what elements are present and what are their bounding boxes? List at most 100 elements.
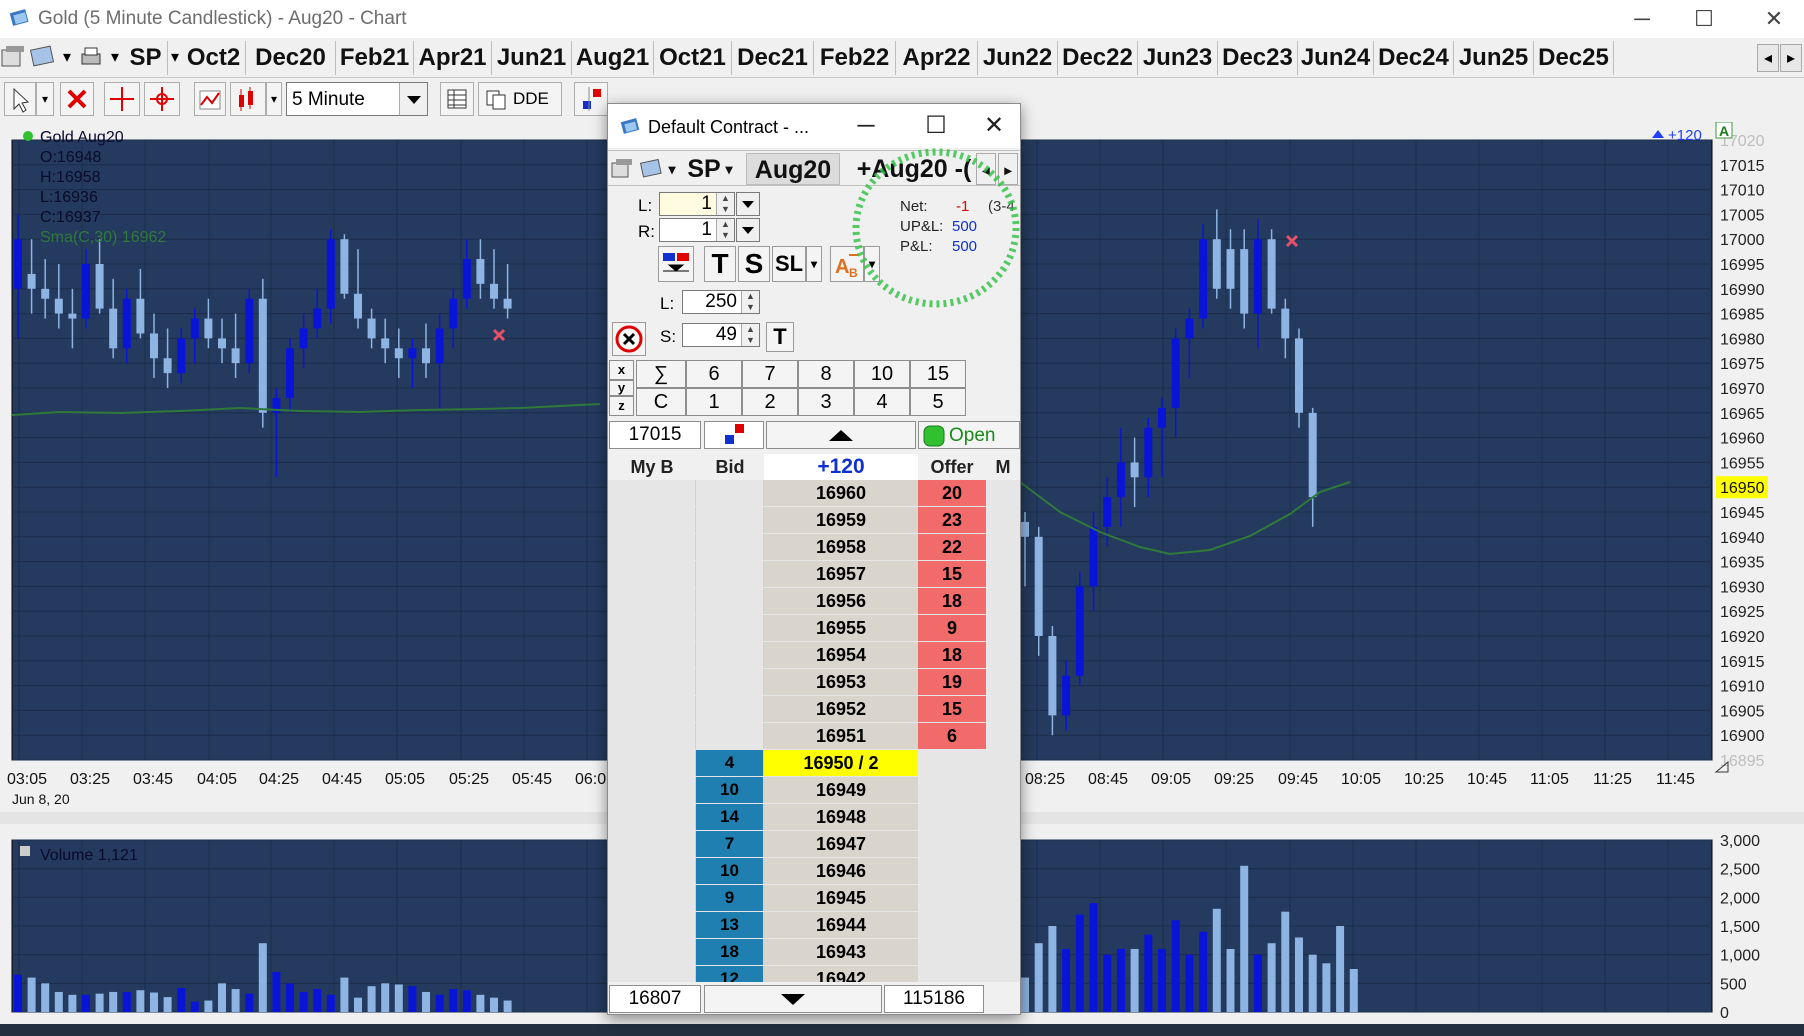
bid-cell[interactable] xyxy=(696,534,764,560)
bid-cell[interactable]: 13 xyxy=(696,912,764,938)
ladder-row[interactable]: 9 16945 xyxy=(608,885,1020,912)
quantity-button[interactable]: 1 xyxy=(686,388,742,416)
my-offer-cell[interactable] xyxy=(986,723,1020,749)
my-bid-cell[interactable] xyxy=(608,966,696,982)
ladder-row[interactable]: 4 16950 / 2 xyxy=(608,750,1020,777)
dom-minimize-button[interactable]: ─ xyxy=(846,110,886,142)
offer-cell[interactable]: 6 xyxy=(918,723,986,749)
bid-cell[interactable] xyxy=(696,507,764,533)
bid-cell[interactable]: 10 xyxy=(696,777,764,803)
chart-menu-arrow[interactable]: ▾ xyxy=(56,44,78,72)
interval-dropdown-arrow[interactable] xyxy=(399,83,427,115)
offer-cell[interactable]: 22 xyxy=(918,534,986,560)
my-offer-cell[interactable] xyxy=(986,561,1020,587)
quantity-button[interactable]: 8 xyxy=(798,360,854,388)
my-bid-cell[interactable] xyxy=(608,669,696,695)
stop-trail-button[interactable]: T xyxy=(766,322,794,352)
contract-tab[interactable]: Apr21 xyxy=(414,41,492,75)
offer-cell[interactable]: 15 xyxy=(918,561,986,587)
ladder-row[interactable]: 7 16947 xyxy=(608,831,1020,858)
offer-cell[interactable] xyxy=(918,858,986,884)
my-offer-cell[interactable] xyxy=(986,642,1020,668)
contract-tab[interactable]: Jun24 xyxy=(1298,41,1374,75)
dom-chart-icon[interactable] xyxy=(640,157,664,181)
my-bid-cell[interactable] xyxy=(608,507,696,533)
dom-maximize-button[interactable]: ☐ xyxy=(916,110,956,142)
my-bid-cell[interactable] xyxy=(608,480,696,506)
my-bid-cell[interactable] xyxy=(608,750,696,776)
bid-cell[interactable]: 4 xyxy=(696,750,764,776)
right-qty-dropdown[interactable] xyxy=(736,218,760,242)
contract-tab[interactable]: Dec22 xyxy=(1058,41,1138,75)
contract-tab[interactable]: Jun25 xyxy=(1454,41,1534,75)
ladder-row[interactable]: 18 16943 xyxy=(608,939,1020,966)
target-crosshair-button[interactable] xyxy=(144,82,180,116)
my-offer-cell[interactable] xyxy=(986,480,1020,506)
stop-order-button[interactable]: S xyxy=(738,246,770,282)
scroll-down-button[interactable] xyxy=(704,985,882,1013)
my-bid-cell[interactable] xyxy=(608,912,696,938)
dom-symbol-button[interactable]: SP xyxy=(684,153,724,185)
contract-tab[interactable]: Dec21 xyxy=(732,41,814,75)
stop-limit-button[interactable]: SL xyxy=(772,246,806,282)
offer-cell[interactable] xyxy=(918,804,986,830)
offer-cell[interactable] xyxy=(918,885,986,911)
quantity-button[interactable]: 6 xyxy=(686,360,742,388)
my-offer-cell[interactable] xyxy=(986,696,1020,722)
bid-cell[interactable]: 18 xyxy=(696,939,764,965)
bid-cell[interactable] xyxy=(696,480,764,506)
symbol-button[interactable]: SP xyxy=(124,41,168,75)
price-box[interactable]: 17015 xyxy=(609,421,701,449)
dom-toggle-button[interactable] xyxy=(574,82,608,116)
ladder-row[interactable]: 13 16944 xyxy=(608,912,1020,939)
offer-cell[interactable]: 19 xyxy=(918,669,986,695)
my-offer-cell[interactable] xyxy=(986,588,1020,614)
offer-cell[interactable]: 9 xyxy=(918,615,986,641)
quantity-button[interactable]: ∑ xyxy=(636,360,686,388)
cursor-menu-arrow[interactable]: ▾ xyxy=(36,82,54,116)
contract-tab[interactable]: Aug21 xyxy=(572,41,654,75)
ladder-row[interactable]: 16957 15 xyxy=(608,561,1020,588)
quantity-button[interactable]: 3 xyxy=(798,388,854,416)
chart-type-button[interactable] xyxy=(230,82,266,116)
offer-cell[interactable] xyxy=(918,777,986,803)
header-price-change[interactable]: +120 xyxy=(764,454,918,480)
contract-tab[interactable]: Jun22 xyxy=(978,41,1058,75)
offer-cell[interactable]: 20 xyxy=(918,480,986,506)
close-button[interactable]: ✕ xyxy=(1754,4,1794,34)
my-bid-cell[interactable] xyxy=(608,534,696,560)
offer-cell[interactable] xyxy=(918,939,986,965)
dom-properties-icon[interactable] xyxy=(610,157,634,181)
bid-cell[interactable]: 7 xyxy=(696,831,764,857)
my-offer-cell[interactable] xyxy=(986,912,1020,938)
print-menu-arrow[interactable]: ▾ xyxy=(104,44,126,72)
offer-cell[interactable]: 18 xyxy=(918,588,986,614)
contract-tab[interactable]: Oct21 xyxy=(654,41,732,75)
header-offer[interactable]: Offer xyxy=(918,454,986,480)
bid-cell[interactable] xyxy=(696,723,764,749)
left-qty-input[interactable]: 1 ▲ ▼ xyxy=(659,192,735,216)
my-bid-cell[interactable] xyxy=(608,615,696,641)
my-offer-cell[interactable] xyxy=(986,831,1020,857)
dom-contract-tab[interactable]: Aug20 xyxy=(746,153,840,185)
bid-cell[interactable] xyxy=(696,696,764,722)
bid-cell[interactable] xyxy=(696,588,764,614)
my-offer-cell[interactable] xyxy=(986,669,1020,695)
quantity-button[interactable]: 5 xyxy=(910,388,966,416)
ladder-row[interactable]: 16956 18 xyxy=(608,588,1020,615)
my-offer-cell[interactable] xyxy=(986,750,1020,776)
delete-drawing-button[interactable] xyxy=(60,82,94,116)
contract-tab[interactable]: Dec23 xyxy=(1218,41,1298,75)
my-bid-cell[interactable] xyxy=(608,777,696,803)
my-offer-cell[interactable] xyxy=(986,534,1020,560)
offer-cell[interactable]: 23 xyxy=(918,507,986,533)
cursor-tool-button[interactable] xyxy=(4,82,36,116)
indicators-button[interactable] xyxy=(194,82,226,116)
ladder-row[interactable]: 12 16942 xyxy=(608,966,1020,982)
my-offer-cell[interactable] xyxy=(986,777,1020,803)
offer-cell[interactable] xyxy=(918,912,986,938)
stop-offset-spinner[interactable]: ▲ ▼ xyxy=(741,324,759,346)
my-bid-cell[interactable] xyxy=(608,588,696,614)
price-ladder[interactable]: 16960 20 16959 23 16958 22 16957 15 16956 18 16955… xyxy=(608,480,1020,982)
limit-offset-input[interactable]: 250 ▲ ▼ xyxy=(682,290,760,314)
